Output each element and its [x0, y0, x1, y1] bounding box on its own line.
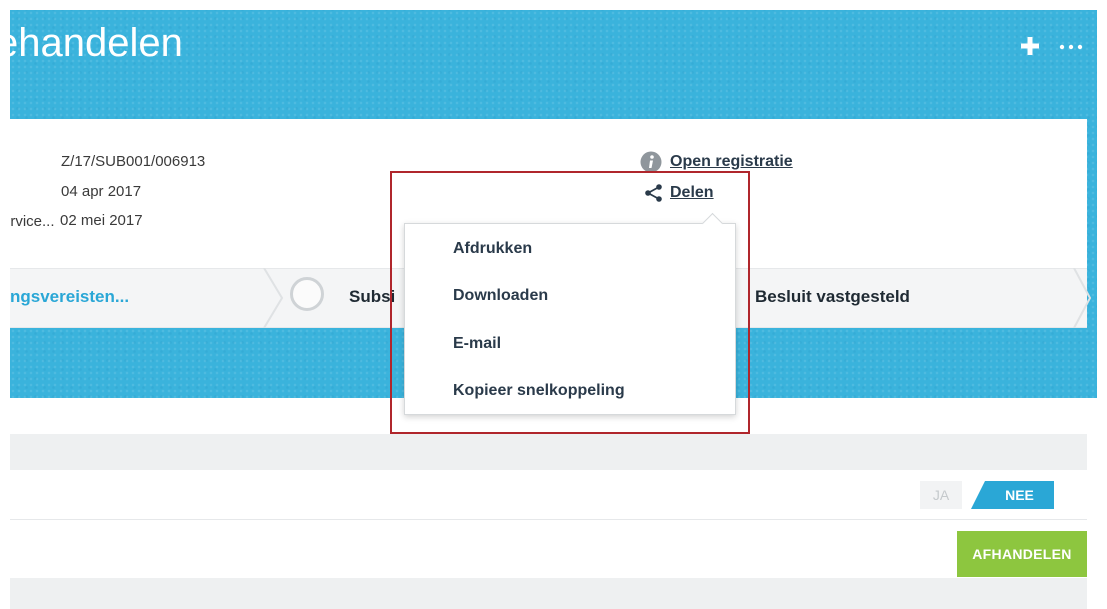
- toggle-ja[interactable]: JA: [920, 481, 962, 509]
- page-title: ehandelen: [10, 18, 410, 68]
- section-band: [10, 434, 1087, 470]
- divider: [10, 519, 1087, 520]
- registration-date: 04 apr 2017: [61, 183, 142, 200]
- step-separator: [263, 268, 284, 328]
- plus-icon[interactable]: [1019, 35, 1041, 57]
- step-separator: [1073, 268, 1092, 328]
- step-status-circle: [290, 277, 324, 311]
- open-registration-link[interactable]: Open registratie: [670, 153, 793, 171]
- highlight-box: [390, 171, 750, 434]
- step-decision[interactable]: Besluit vastgesteld: [755, 286, 910, 308]
- info-icon: [640, 151, 662, 173]
- afhandelen-button[interactable]: AFHANDELEN: [957, 531, 1087, 577]
- more-icon[interactable]: [1058, 43, 1084, 51]
- case-number: Z/17/SUB001/006913: [61, 153, 206, 170]
- service-label: Service...: [10, 213, 55, 230]
- toggle-nee[interactable]: NEE: [971, 481, 1054, 509]
- step-requirements[interactable]: ngsvereisten...: [10, 286, 129, 308]
- service-date: 02 mei 2017: [60, 212, 143, 229]
- section-band: [10, 578, 1087, 609]
- page-title-text: ehandelen: [10, 21, 183, 65]
- step-subsidy[interactable]: Subsi: [349, 286, 395, 308]
